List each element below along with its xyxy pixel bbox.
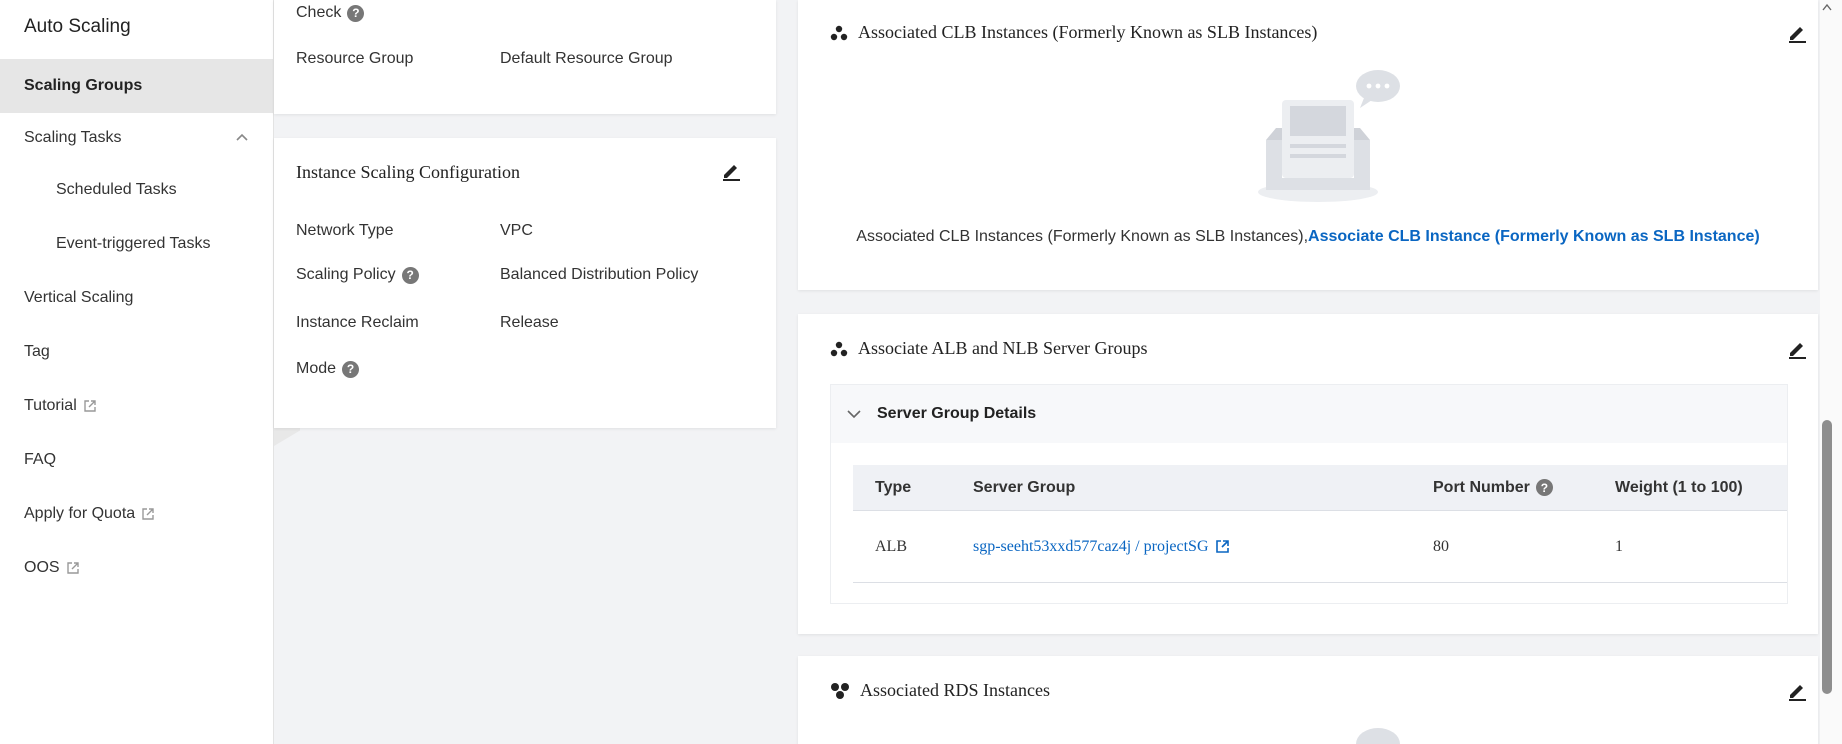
instance-reclaim-label: Instance Reclaim bbox=[296, 314, 419, 331]
sidebar-item-tutorial[interactable]: Tutorial bbox=[0, 379, 273, 433]
sidebar-item-event-triggered-tasks[interactable]: Event-triggered Tasks bbox=[0, 217, 273, 271]
edit-icon[interactable] bbox=[1786, 680, 1808, 702]
network-type-value: VPC bbox=[500, 222, 533, 239]
empty-inbox-illustration bbox=[1258, 70, 1400, 202]
edit-icon[interactable] bbox=[720, 160, 742, 182]
col-weight: Weight (1 to 100) bbox=[1615, 478, 1743, 496]
col-server-group: Server Group bbox=[973, 478, 1076, 496]
col-type: Type bbox=[875, 478, 912, 496]
cell-weight: 1 bbox=[1615, 537, 1623, 555]
cluster-icon bbox=[830, 341, 848, 356]
check-row: Check ? bbox=[296, 4, 365, 22]
chevron-down-icon[interactable] bbox=[847, 409, 861, 419]
scroll-up-arrow-icon[interactable] bbox=[1822, 2, 1832, 12]
cell-type: ALB bbox=[875, 537, 907, 555]
server-group-details-header[interactable]: Server Group Details bbox=[831, 385, 1787, 443]
sidebar-item-apply-for-quota[interactable]: Apply for Quota bbox=[0, 487, 273, 541]
table-header: Type Server Group Port Number ? Weight (… bbox=[853, 465, 1787, 511]
server-group-table: Type Server Group Port Number ? Weight (… bbox=[853, 465, 1787, 583]
sidebar-item-label: Apply for Quota bbox=[24, 505, 136, 522]
sidebar-item-scaling-tasks[interactable]: Scaling Tasks bbox=[0, 113, 273, 163]
scaling-policy-row: Scaling Policy ? Balanced Distribution P… bbox=[296, 266, 756, 284]
scrollbar-thumb[interactable] bbox=[1822, 420, 1832, 694]
edit-icon[interactable] bbox=[1786, 338, 1808, 360]
help-icon[interactable]: ? bbox=[342, 360, 360, 378]
rds-title: Associated RDS Instances bbox=[830, 680, 1050, 701]
clb-title-text: Associated CLB Instances (Formerly Known… bbox=[858, 22, 1318, 42]
sidebar-item-faq[interactable]: FAQ bbox=[0, 433, 273, 487]
sidebar-item-scaling-groups[interactable]: Scaling Groups bbox=[0, 59, 273, 113]
sidebar-item-label: OOS bbox=[24, 559, 60, 576]
sidebar-item-label: Vertical Scaling bbox=[24, 289, 134, 306]
sidebar-item-label: Scaling Tasks bbox=[24, 129, 122, 146]
network-type-row: Network Type VPC bbox=[296, 222, 756, 240]
basic-info-card: Check ? Resource Group Default Resource … bbox=[274, 0, 776, 114]
clb-card: Associated CLB Instances (Formerly Known… bbox=[798, 0, 1818, 290]
col-port-number: Port Number ? bbox=[1433, 479, 1553, 497]
app-title: Auto Scaling bbox=[24, 16, 131, 37]
sidebar-item-label: Scheduled Tasks bbox=[56, 181, 177, 198]
clb-empty-text: Associated CLB Instances (Formerly Known… bbox=[856, 228, 1309, 245]
server-group-link[interactable]: sgp-seeht53xxd577caz4j / projectSG bbox=[973, 538, 1209, 556]
instance-scaling-config-card: Instance Scaling Configuration Network T… bbox=[274, 138, 776, 428]
resource-group-label: Resource Group bbox=[296, 50, 414, 67]
scaling-policy-label: Scaling Policy bbox=[296, 266, 396, 283]
rds-title-text: Associated RDS Instances bbox=[860, 680, 1050, 700]
cluster-icon bbox=[830, 25, 848, 40]
section-title: Server Group Details bbox=[877, 405, 1037, 422]
cell-server-group: sgp-seeht53xxd577caz4j / projectSG bbox=[973, 538, 1230, 556]
sidebar-item-label: FAQ bbox=[24, 451, 57, 468]
sidebar-item-oos[interactable]: OOS bbox=[0, 541, 273, 595]
external-link-icon[interactable] bbox=[1215, 539, 1230, 554]
chevron-up-icon[interactable] bbox=[235, 131, 249, 145]
resource-group-row: Resource Group Default Resource Group bbox=[296, 50, 756, 68]
mode-label: Mode bbox=[296, 360, 337, 377]
sidebar-item-label: Scaling Groups bbox=[24, 77, 143, 94]
sidebar-item-vertical-scaling[interactable]: Vertical Scaling bbox=[0, 271, 273, 325]
server-group-details-panel: Server Group Details Type Server Group P… bbox=[830, 384, 1788, 604]
help-icon[interactable]: ? bbox=[1535, 479, 1553, 496]
col-port-number-label: Port Number bbox=[1433, 478, 1530, 496]
sidebar-item-tag[interactable]: Tag bbox=[0, 325, 273, 379]
server-groups-title: Associate ALB and NLB Server Groups bbox=[830, 338, 1147, 359]
rds-card: Associated RDS Instances bbox=[798, 656, 1818, 744]
clb-empty-message: Associated CLB Instances (Formerly Known… bbox=[798, 228, 1818, 246]
instance-reclaim-value: Release bbox=[500, 314, 559, 331]
sidebar: Auto Scaling Scaling Groups Scaling Task… bbox=[0, 0, 274, 744]
database-cluster-icon bbox=[831, 682, 849, 699]
associate-clb-link[interactable]: Associate CLB Instance (Formerly Known a… bbox=[1308, 228, 1760, 245]
edit-icon[interactable] bbox=[1786, 22, 1808, 44]
check-label: Check bbox=[296, 4, 342, 21]
help-icon[interactable]: ? bbox=[347, 4, 365, 22]
table-row: ALB sgp-seeht53xxd577caz4j / projectSG 8… bbox=[853, 511, 1787, 583]
server-groups-card: Associate ALB and NLB Server Groups Serv… bbox=[798, 314, 1818, 634]
sidebar-item-label: Tutorial bbox=[24, 397, 77, 414]
card-title: Instance Scaling Configuration bbox=[296, 162, 520, 182]
help-icon[interactable]: ? bbox=[401, 266, 419, 284]
chat-bubble-icon bbox=[1356, 728, 1400, 744]
scaling-policy-value: Balanced Distribution Policy bbox=[500, 266, 699, 283]
sidebar-item-scheduled-tasks[interactable]: Scheduled Tasks bbox=[0, 163, 273, 217]
server-groups-title-text: Associate ALB and NLB Server Groups bbox=[858, 338, 1148, 358]
clb-title: Associated CLB Instances (Formerly Known… bbox=[830, 22, 1317, 43]
app-root: Auto Scaling Scaling Groups Scaling Task… bbox=[0, 0, 1842, 744]
external-link-icon bbox=[84, 400, 96, 412]
instance-reclaim-row: Instance Reclaim Release bbox=[296, 314, 756, 332]
resource-group-value: Default Resource Group bbox=[500, 50, 673, 67]
cell-port: 80 bbox=[1433, 537, 1449, 555]
network-type-label: Network Type bbox=[296, 222, 394, 239]
sidebar-item-label: Event-triggered Tasks bbox=[56, 235, 211, 252]
mode-row: Mode ? bbox=[296, 360, 360, 378]
external-link-icon bbox=[66, 562, 79, 574]
external-link-icon bbox=[142, 508, 154, 520]
sidebar-item-label: Tag bbox=[24, 343, 50, 360]
